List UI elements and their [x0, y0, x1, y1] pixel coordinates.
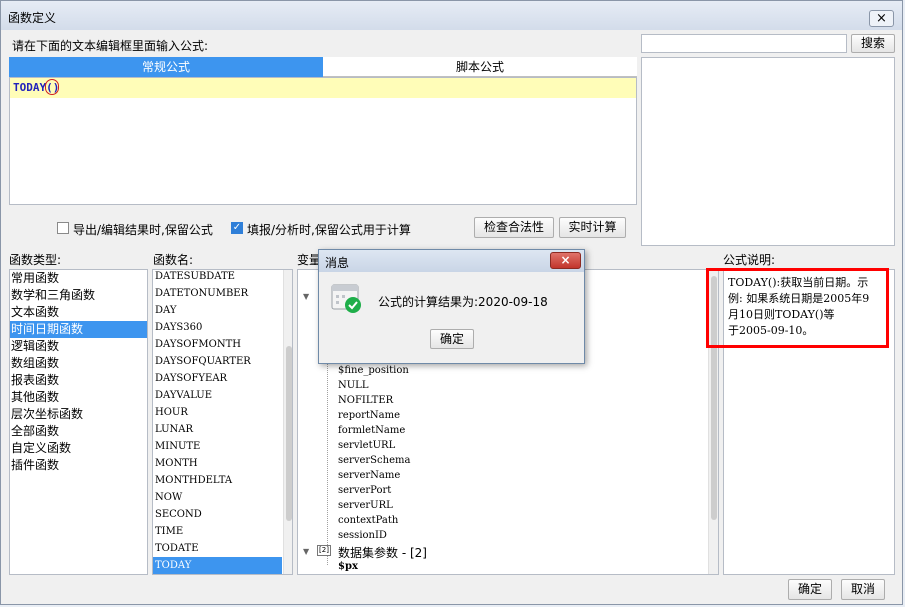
category-list[interactable]: 常用函数 数学和三角函数 文本函数 时间日期函数 逻辑函数 数组函数 报表函数 其他函数 层次坐…	[9, 269, 148, 575]
window-title: 函数定义	[8, 11, 57, 25]
variable-item[interactable]: reportName	[338, 410, 400, 421]
tab-script-formula[interactable]: 脚本公式	[323, 57, 637, 77]
search-button[interactable]: 搜索	[851, 34, 895, 53]
function-item[interactable]: LUNAR	[153, 421, 282, 438]
realtime-calc-button[interactable]: 实时计算	[559, 217, 626, 238]
fill-keep-formula-checkbox[interactable]: ✓	[231, 222, 243, 234]
function-item[interactable]: DATESUBDATE	[153, 270, 282, 285]
window-close-button[interactable]: ×	[869, 10, 894, 27]
category-item[interactable]: 报表函数	[10, 372, 147, 389]
description-label: 公式说明:	[723, 253, 776, 267]
check-validity-button[interactable]: 检查合法性	[474, 217, 554, 238]
category-label: 函数类型:	[9, 253, 62, 267]
current-line-highlight	[10, 78, 636, 98]
category-item[interactable]: 插件函数	[10, 457, 147, 474]
cancel-button[interactable]: 取消	[841, 579, 885, 600]
cursor-paren-marker	[45, 79, 59, 95]
function-item[interactable]: MONTHDELTA	[153, 472, 282, 489]
tree-expand-icon[interactable]: ▼	[303, 292, 309, 301]
ok-button[interactable]: 确定	[788, 579, 832, 600]
category-item[interactable]: 全部函数	[10, 423, 147, 440]
success-calendar-icon	[331, 282, 363, 314]
title-bar	[1, 1, 902, 30]
message-dialog-title: 消息	[325, 256, 350, 270]
check-icon: ✓	[232, 222, 242, 233]
variable-item[interactable]: serverURL	[338, 500, 393, 511]
search-input[interactable]	[641, 34, 847, 53]
category-item[interactable]: 逻辑函数	[10, 338, 147, 355]
variable-item[interactable]: NULL	[338, 380, 368, 391]
function-item[interactable]: DAYS360	[153, 319, 282, 336]
message-dialog-close-button[interactable]: ×	[550, 252, 581, 269]
variable-item[interactable]: NOFILTER	[338, 395, 393, 406]
function-item[interactable]: TODAY	[153, 557, 282, 574]
dataset-param-group[interactable]: 数据集参数 - [2]	[338, 544, 427, 561]
category-item[interactable]: 自定义函数	[10, 440, 147, 457]
export-keep-formula-label: 导出/编辑结果时,保留公式	[73, 223, 213, 237]
function-item[interactable]: TIME	[153, 523, 282, 540]
message-dialog-titlebar	[319, 250, 584, 272]
function-item[interactable]: DAYSOFYEAR	[153, 370, 282, 387]
variable-item[interactable]: serverName	[338, 470, 400, 481]
function-item[interactable]: MINUTE	[153, 438, 282, 455]
function-item[interactable]: DAYSOFQUARTER	[153, 353, 282, 370]
function-list-scrollbar[interactable]	[283, 270, 292, 574]
function-item[interactable]: DAYSOFMONTH	[153, 336, 282, 353]
tab-regular-formula[interactable]: 常规公式	[9, 57, 323, 77]
function-item[interactable]: NOW	[153, 489, 282, 506]
dataset-param-icon: [2]	[317, 545, 331, 556]
variable-item[interactable]: $fine_position	[338, 365, 409, 376]
category-item[interactable]: 数学和三角函数	[10, 287, 147, 304]
function-item[interactable]: MONTH	[153, 455, 282, 472]
category-item[interactable]: 其他函数	[10, 389, 147, 406]
category-item[interactable]: 时间日期函数	[10, 321, 147, 338]
message-dialog-ok-button[interactable]: 确定	[430, 329, 474, 349]
variable-item[interactable]: serverPort	[338, 485, 391, 496]
group-collapse-icon[interactable]: ▼	[303, 547, 309, 556]
variable-item[interactable]: sessionID	[338, 530, 387, 541]
variable-item[interactable]: serverSchema	[338, 455, 410, 466]
category-item[interactable]: 文本函数	[10, 304, 147, 321]
function-item[interactable]: DATETONUMBER	[153, 285, 282, 302]
function-list-scroll-thumb[interactable]	[286, 346, 292, 521]
category-item[interactable]: 常用函数	[10, 270, 147, 287]
function-item[interactable]: HOUR	[153, 404, 282, 421]
description-highlight-box	[706, 268, 889, 348]
fill-keep-formula-label: 填报/分析时,保留公式用于计算	[247, 223, 411, 237]
close-icon: ×	[560, 253, 571, 267]
category-item[interactable]: 层次坐标函数	[10, 406, 147, 423]
dataset-param-item[interactable]: $px	[338, 561, 358, 572]
function-list[interactable]: DATESUBDATE DATETONUMBER DAY DAYS360 DAYSOFM…	[152, 269, 293, 575]
variable-item[interactable]: servletURL	[338, 440, 395, 451]
export-keep-formula-checkbox[interactable]	[57, 222, 69, 234]
function-item[interactable]: DAYVALUE	[153, 387, 282, 404]
function-name-label: 函数名:	[153, 253, 194, 267]
variable-item[interactable]: formletName	[338, 425, 405, 436]
category-item[interactable]: 数组函数	[10, 355, 147, 372]
function-item[interactable]: TODATE	[153, 540, 282, 557]
message-dialog-text: 公式的计算结果为:2020-09-18	[378, 295, 548, 309]
formula-function-name: TODAY	[13, 81, 47, 94]
search-results-panel	[641, 57, 895, 246]
editor-prompt: 请在下面的文本编辑框里面输入公式:	[12, 39, 209, 53]
close-icon: ×	[876, 11, 887, 26]
variable-item[interactable]: contextPath	[338, 515, 398, 526]
function-item[interactable]: SECOND	[153, 506, 282, 523]
function-item[interactable]: DAY	[153, 302, 282, 319]
